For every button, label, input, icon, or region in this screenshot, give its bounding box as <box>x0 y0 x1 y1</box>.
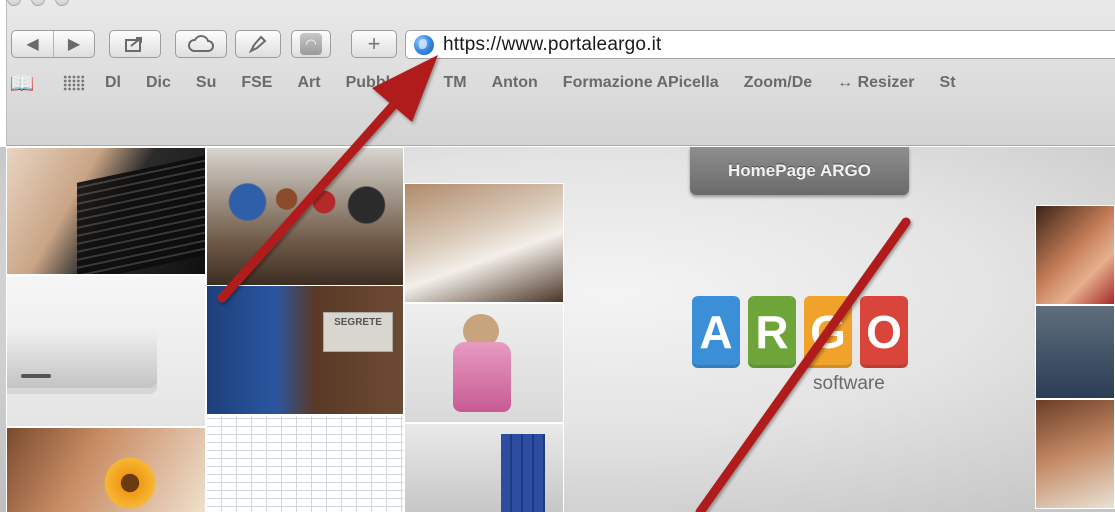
photo-keyboard <box>6 147 206 275</box>
bookmark-item[interactable]: ↔ Resizer <box>837 74 914 92</box>
rss-icon: ◠ <box>300 33 322 55</box>
argo-logo[interactable]: A R G O <box>692 296 908 368</box>
photo-document <box>404 183 564 303</box>
icloud-tabs-button[interactable] <box>175 30 227 58</box>
plus-icon: + <box>367 31 381 56</box>
photo-hands-writing <box>1035 399 1115 509</box>
bookmark-item[interactable]: Art <box>297 74 320 92</box>
new-tab-button[interactable]: + <box>351 30 397 58</box>
back-forward-buttons: ◀ ▶ <box>11 30 95 58</box>
browser-toolbar: ◀ ▶ ◠ + https://www.portaleargo.it <box>7 27 1115 61</box>
minimize-window-button[interactable] <box>31 0 45 6</box>
browser-chrome: ◀ ▶ ◠ + https://www.portaleargo.it 📖 Dl … <box>6 0 1115 146</box>
photo-teacher <box>1035 305 1115 399</box>
photo-spreadsheet <box>206 415 404 512</box>
bookmark-item[interactable]: Dic <box>146 74 171 92</box>
photo-office-binders: SEGRETE <box>206 285 404 415</box>
photo-laptop <box>6 275 206 427</box>
bookmark-item[interactable]: Dl <box>105 74 121 92</box>
zoom-window-button[interactable] <box>55 0 69 6</box>
share-icon <box>125 37 142 52</box>
bookmark-item[interactable]: St <box>940 74 956 92</box>
logo-letter: O <box>860 296 908 368</box>
bookmark-item[interactable]: FSE <box>241 74 272 92</box>
photo-meeting <box>206 147 404 287</box>
photo-mosaic-right <box>1035 147 1115 512</box>
url-text[interactable]: https://www.portaleargo.it <box>443 34 662 56</box>
photo-student-backpack <box>404 303 564 423</box>
rss-button[interactable]: ◠ <box>291 30 331 58</box>
bookmark-item[interactable]: TM <box>443 74 466 92</box>
photo-smiling-woman <box>1035 205 1115 305</box>
bookmark-item[interactable]: Formazione APicella <box>563 74 719 92</box>
close-window-button[interactable] <box>7 0 21 6</box>
back-button[interactable]: ◀ <box>12 31 53 57</box>
bookmark-item[interactable]: Zoom/De <box>744 74 812 92</box>
pen-icon <box>248 35 267 54</box>
forward-icon: ▶ <box>67 36 81 53</box>
photo-child-flower <box>6 427 206 512</box>
logo-subtitle: software <box>813 373 885 394</box>
logo-letter: R <box>748 296 796 368</box>
forward-button[interactable]: ▶ <box>53 31 94 57</box>
globe-icon <box>414 34 434 55</box>
bookmark-item[interactable]: PubblosL <box>346 74 419 92</box>
photo-mosaic-left: SEGRETE <box>0 147 565 512</box>
window-controls <box>7 0 69 6</box>
address-bar[interactable]: https://www.portaleargo.it <box>405 30 1115 59</box>
back-icon: ◀ <box>26 36 39 53</box>
cloud-icon <box>188 35 214 52</box>
annotate-button[interactable] <box>235 30 281 58</box>
top-sites-icon[interactable] <box>63 75 85 91</box>
photo-filing-cabinet <box>404 423 564 512</box>
reading-list-icon[interactable]: 📖 <box>7 71 37 96</box>
bookmark-item[interactable]: Su <box>196 74 216 92</box>
office-sign: SEGRETE <box>323 312 393 352</box>
homepage-argo-button[interactable]: HomePage ARGO <box>690 147 909 195</box>
web-page: SEGRETE HomePage ARGO A R G O software <box>0 147 1115 512</box>
bookmarks-bar: 📖 Dl Dic Su FSE Art PubblosL TM Anton Fo… <box>7 66 1115 100</box>
share-button[interactable] <box>109 30 161 58</box>
logo-letter: A <box>692 296 740 368</box>
logo-letter: G <box>804 296 852 368</box>
bookmark-item[interactable]: Anton <box>492 74 538 92</box>
